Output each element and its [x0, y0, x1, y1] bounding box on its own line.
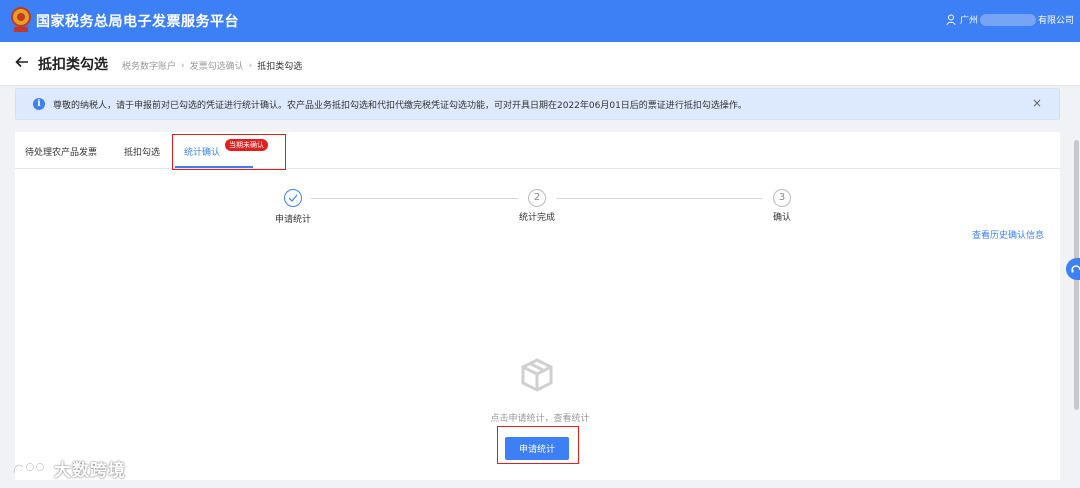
empty-state-text: 点击申请统计，查看统计 [490, 414, 590, 424]
tab-deduction-select[interactable]: 抵扣勾选 [124, 145, 160, 158]
breadcrumb: 税务数字账户 › 发票勾选确认 › 抵扣类勾选 [122, 59, 303, 73]
watermark-logo-icon [12, 462, 45, 473]
page-nav-bar: 抵扣类勾选 税务数字账户 › 发票勾选确认 › 抵扣类勾选 [0, 42, 1080, 86]
tab-pending-farm-invoices[interactable]: 待处理农产品发票 [25, 145, 97, 158]
view-history-link[interactable]: 查看历史确认信息 [972, 228, 1044, 241]
notice-text: 尊敬的纳税人，请于申报前对已勾选的凭证进行统计确认。农产品业务抵扣勾选和代扣代缴… [53, 101, 747, 111]
page-title: 抵扣类勾选 [38, 57, 108, 73]
top-header: 国家税务总局电子发票服务平台 广州 有限公司 [0, 0, 1080, 42]
headset-icon [1071, 265, 1080, 273]
empty-box-icon [521, 358, 553, 392]
user-name-redacted [979, 13, 1036, 26]
breadcrumb-item[interactable]: 发票勾选确认 [190, 59, 244, 72]
help-float-tab[interactable] [1066, 258, 1080, 280]
step-3-number: 3 [773, 189, 791, 207]
user-icon [946, 14, 956, 25]
info-icon: i [33, 98, 45, 110]
breadcrumb-item[interactable]: 税务数字账户 [122, 59, 176, 72]
step-2-number: 2 [528, 189, 546, 207]
step-connector [556, 198, 763, 199]
user-menu[interactable]: 广州 有限公司 [946, 13, 1074, 26]
chevron-right-icon: › [181, 60, 185, 71]
notice-banner: i 尊敬的纳税人，请于申报前对已勾选的凭证进行统计确认。农产品业务抵扣勾选和代扣… [15, 88, 1060, 120]
close-icon[interactable]: × [1032, 96, 1042, 110]
step-1-label: 申请统计 [275, 215, 312, 225]
step-2-label: 统计完成 [519, 213, 556, 223]
tax-emblem-icon [11, 7, 31, 32]
watermark-text: 大数跨境 [54, 461, 126, 481]
breadcrumb-current: 抵扣类勾选 [257, 62, 303, 72]
chevron-right-icon: › [248, 60, 253, 71]
step-connector [311, 198, 518, 199]
user-name-prefix: 广州 [959, 16, 978, 26]
watermark: 大数跨境 [10, 456, 126, 481]
back-arrow-icon[interactable] [15, 55, 29, 69]
app-title: 国家税务总局电子发票服务平台 [36, 14, 239, 30]
tab-bar: 待处理农产品发票 抵扣勾选 统计确认 当期未确认 [15, 132, 1060, 170]
annotation-box-tab [172, 134, 286, 170]
step-3-label: 确认 [773, 213, 792, 223]
step-1-check-icon [284, 189, 302, 207]
user-name-suffix: 有限公司 [1037, 16, 1074, 26]
apply-statistics-button[interactable]: 申请统计 [505, 437, 569, 460]
